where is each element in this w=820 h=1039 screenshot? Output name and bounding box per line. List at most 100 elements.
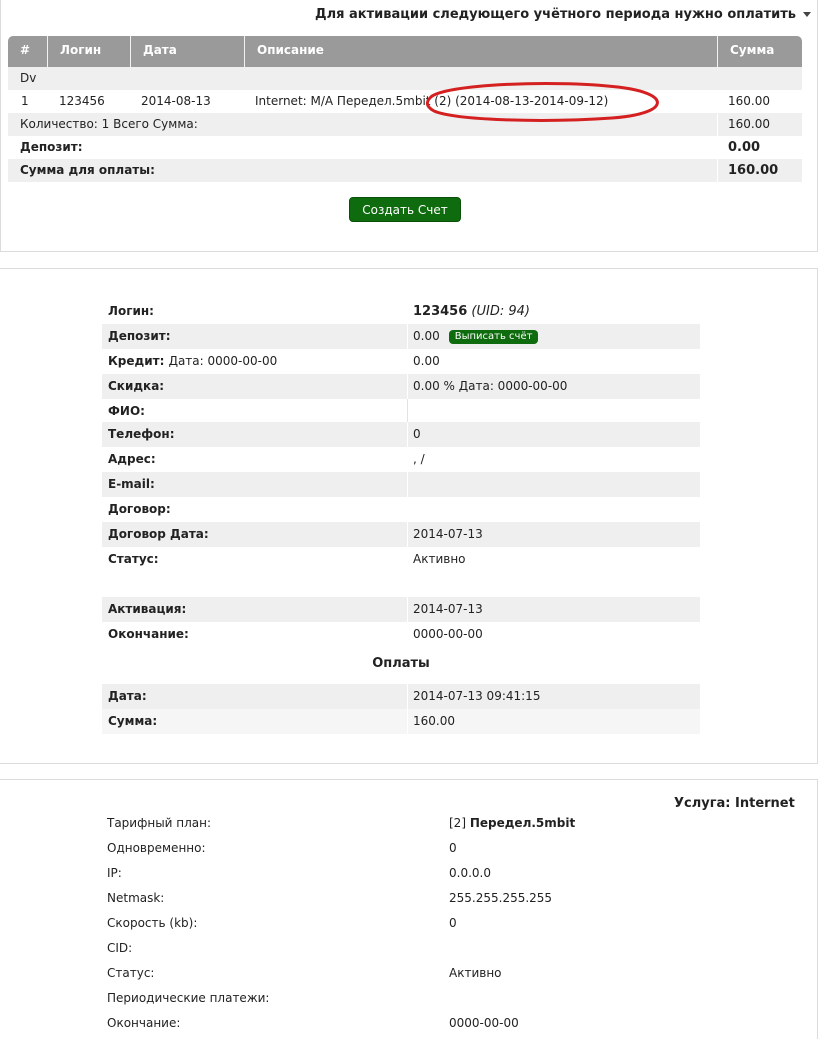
column-header-description: Описание bbox=[245, 36, 718, 67]
amount-due-label: Сумма для оплаты: bbox=[20, 163, 155, 177]
simultaneous-label: Одновременно: bbox=[107, 841, 206, 855]
payment-sum-value: 160.00 bbox=[413, 714, 455, 728]
service-expiry-value: 0000-00-00 bbox=[449, 1016, 519, 1030]
service-status-value: Активно bbox=[449, 966, 502, 980]
row-divider bbox=[407, 374, 408, 399]
info-row-contract-date: Договор Дата: 2014-07-13 bbox=[102, 522, 700, 547]
speed-value: 0 bbox=[449, 916, 457, 930]
row-sum: 160.00 bbox=[728, 94, 770, 108]
row-divider bbox=[407, 684, 408, 709]
tariff-label: Тарифный план: bbox=[107, 816, 212, 830]
service-row-status: Статус: Активно bbox=[107, 961, 707, 986]
info-row-activation: Активация: 2014-07-13 bbox=[102, 597, 700, 622]
periodic-payments-label: Периодические платежи: bbox=[107, 991, 270, 1005]
group-label: Dv bbox=[20, 71, 37, 85]
amount-due-value: 160.00 bbox=[728, 163, 779, 178]
info-row-phone: Телефон: 0 bbox=[102, 422, 700, 447]
activation-value: 2014-07-13 bbox=[413, 602, 483, 616]
contract-date-label: Договор Дата: bbox=[108, 527, 209, 541]
tariff-name: Передел.5mbit bbox=[469, 816, 576, 830]
speed-label: Скорость (kb): bbox=[107, 916, 198, 930]
payment-date-value: 2014-07-13 09:41:15 bbox=[413, 689, 541, 703]
row-description: Internet: M/A Передел.5mbit (2) (2014-08… bbox=[255, 94, 609, 108]
row-divider bbox=[407, 399, 408, 424]
issue-invoice-button[interactable]: Выписать счёт bbox=[448, 330, 539, 344]
info-row-expiry: Окончание: 0000-00-00 bbox=[102, 622, 700, 647]
invoice-title: Для активации следующего учётного период… bbox=[315, 7, 796, 22]
service-row-simultaneous: Одновременно: 0 bbox=[107, 836, 707, 861]
column-header-number: # bbox=[8, 36, 48, 67]
summary-value: 160.00 bbox=[728, 117, 770, 131]
invoice-toggle[interactable]: Для активации следующего учётного период… bbox=[315, 7, 811, 22]
tariff-id: [2] bbox=[449, 816, 466, 830]
tariff-value: [2] Передел.5mbit bbox=[449, 811, 575, 836]
payment-sum-label: Сумма: bbox=[108, 714, 158, 728]
simultaneous-value: 0 bbox=[449, 841, 457, 855]
payment-row-sum: Сумма: 160.00 bbox=[102, 709, 700, 734]
discount-label: Скидка: bbox=[108, 379, 165, 393]
info-row-discount: Скидка: 0.00 % Дата: 0000-00-00 bbox=[102, 374, 700, 399]
expiry-label: Окончание: bbox=[108, 627, 189, 641]
credit-label: Кредит: Дата: 0000-00-00 bbox=[108, 349, 277, 374]
payment-row-date: Дата: 2014-07-13 09:41:15 bbox=[102, 684, 700, 709]
ip-label: IP: bbox=[107, 866, 122, 880]
summary-label: Количество: 1 Всего Сумма: bbox=[20, 117, 198, 131]
row-divider bbox=[407, 472, 408, 497]
discount-value: 0.00 % Дата: 0000-00-00 bbox=[413, 379, 568, 393]
payments-heading: Оплаты bbox=[372, 656, 430, 671]
invoice-table-header: # Логин Дата Описание Сумма bbox=[8, 36, 802, 67]
credit-date: Дата: 0000-00-00 bbox=[168, 354, 278, 368]
login-value: 123456 (UID: 94) bbox=[413, 299, 530, 324]
login-label: Логин: bbox=[108, 304, 154, 318]
info-row-address: Адрес: , / bbox=[102, 447, 700, 472]
uid-value: (UID: 94) bbox=[471, 304, 530, 319]
login-number: 123456 bbox=[413, 304, 468, 319]
service-status-label: Статус: bbox=[107, 966, 155, 980]
info-row-login: Логин: 123456 (UID: 94) bbox=[102, 299, 700, 324]
column-header-login: Логин bbox=[48, 36, 131, 67]
row-divider bbox=[407, 597, 408, 622]
caret-down-icon bbox=[802, 12, 811, 17]
netmask-value: 255.255.255.255 bbox=[449, 891, 553, 905]
netmask-label: Netmask: bbox=[107, 891, 165, 905]
service-row-netmask: Netmask: 255.255.255.255 bbox=[107, 886, 707, 911]
service-row-speed: Скорость (kb): 0 bbox=[107, 911, 707, 936]
info-row-fullname: ФИО: bbox=[102, 399, 700, 424]
row-divider bbox=[407, 324, 408, 349]
info-row-deposit: Депозит: 0.00 Выписать счёт bbox=[102, 324, 700, 349]
payment-date-label: Дата: bbox=[108, 689, 147, 703]
deposit-info-label: Депозит: bbox=[108, 329, 171, 343]
email-label: E-mail: bbox=[108, 477, 155, 491]
row-login: 123456 bbox=[59, 94, 105, 108]
cid-label: CID: bbox=[107, 941, 133, 955]
row-date: 2014-08-13 bbox=[141, 94, 211, 108]
deposit-amount: 0.00 bbox=[413, 329, 440, 343]
service-row-ip: IP: 0.0.0.0 bbox=[107, 861, 707, 886]
contract-label: Договор: bbox=[108, 502, 171, 516]
service-title: Услуга: Internet bbox=[674, 796, 795, 811]
info-row-credit: Кредит: Дата: 0000-00-00 0.00 bbox=[102, 349, 700, 374]
column-header-date: Дата bbox=[131, 36, 245, 67]
status-value: Активно bbox=[413, 552, 466, 566]
credit-label-text: Кредит: bbox=[108, 354, 165, 368]
phone-label: Телефон: bbox=[108, 427, 175, 441]
group-row: Dv bbox=[8, 67, 802, 90]
column-divider bbox=[717, 159, 718, 182]
column-divider bbox=[717, 113, 718, 136]
create-invoice-button[interactable]: Создать Счет bbox=[349, 197, 461, 222]
service-row-cid: CID: bbox=[107, 936, 707, 961]
deposit-label: Депозит: bbox=[20, 140, 83, 154]
row-number: 1 bbox=[21, 94, 29, 108]
row-divider bbox=[407, 522, 408, 547]
credit-value: 0.00 bbox=[413, 354, 440, 368]
phone-value: 0 bbox=[413, 427, 421, 441]
column-header-sum: Сумма bbox=[730, 43, 775, 57]
info-row-contract: Договор: bbox=[102, 497, 700, 522]
service-row-expiry: Окончание: 0000-00-00 bbox=[107, 1011, 707, 1036]
activation-label: Активация: bbox=[108, 602, 187, 616]
service-row-tariff: Тарифный план: [2] Передел.5mbit bbox=[107, 811, 707, 836]
service-row-periodic: Периодические платежи: bbox=[107, 986, 707, 1011]
expiry-value: 0000-00-00 bbox=[413, 627, 483, 641]
service-expiry-label: Окончание: bbox=[107, 1016, 181, 1030]
deposit-info-value: 0.00 Выписать счёт bbox=[413, 324, 539, 349]
